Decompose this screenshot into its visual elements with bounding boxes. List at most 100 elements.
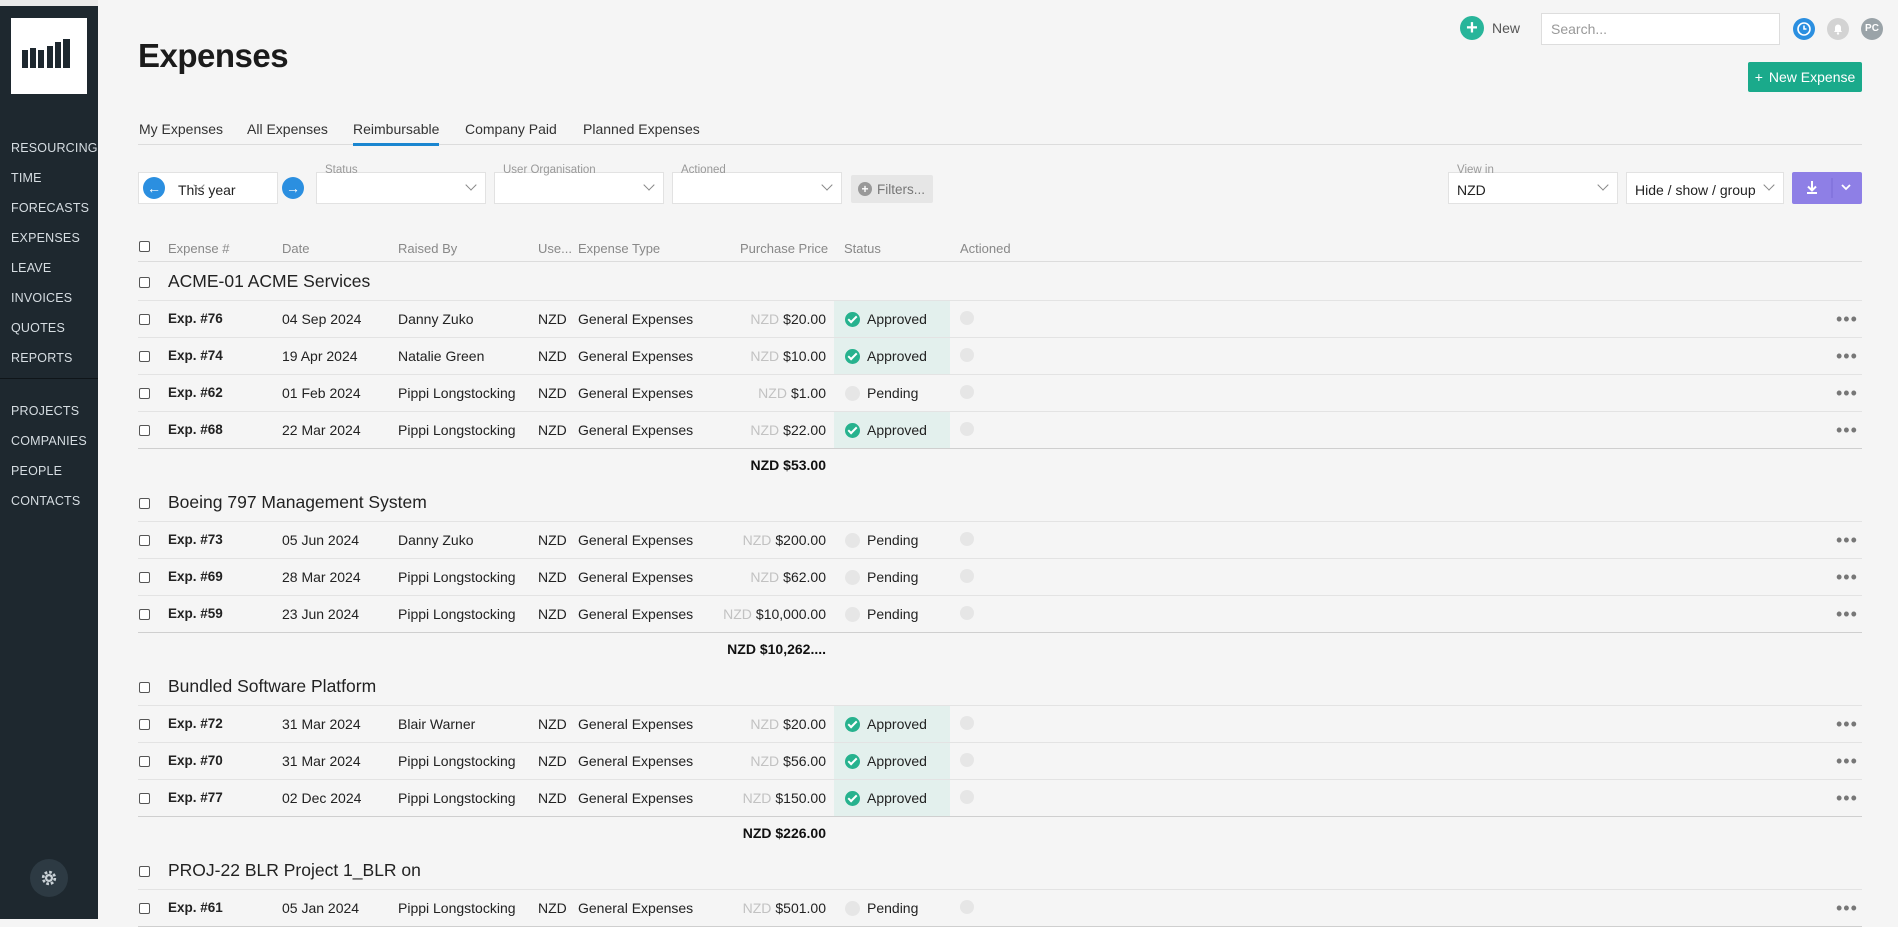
hide-show-group-select[interactable]: Hide / show / group	[1626, 172, 1784, 204]
expense-number[interactable]: Exp. #77	[168, 790, 223, 805]
row-checkbox[interactable]	[139, 314, 150, 325]
row-checkbox[interactable]	[139, 903, 150, 914]
expense-number[interactable]: Exp. #68	[168, 422, 223, 437]
expense-number[interactable]: Exp. #59	[168, 606, 223, 621]
sidebar-item-projects[interactable]: PROJECTS	[11, 404, 79, 418]
sidebar-item-contacts[interactable]: CONTACTS	[11, 494, 80, 508]
row-divider	[138, 374, 1862, 375]
column-header-purchase-price[interactable]: Purchase Price	[740, 241, 828, 256]
column-header-status[interactable]: Status	[844, 241, 881, 256]
sidebar-item-companies[interactable]: COMPANIES	[11, 434, 87, 448]
prev-period-arrow-icon[interactable]: ←	[143, 177, 165, 199]
view-in-select[interactable]: View in NZD	[1448, 164, 1618, 204]
expense-number[interactable]: Exp. #70	[168, 753, 223, 768]
more-options-icon[interactable]: •••	[1836, 752, 1858, 770]
expense-number[interactable]: Exp. #62	[168, 385, 223, 400]
raised-by: Pippi Longstocking	[398, 385, 516, 401]
top-new-button[interactable]: + New	[1460, 16, 1520, 40]
more-options-icon[interactable]: •••	[1836, 347, 1858, 365]
row-checkbox[interactable]	[139, 425, 150, 436]
sidebar-item-resourcing[interactable]: RESOURCING	[11, 141, 98, 155]
search-input[interactable]: Search...	[1541, 13, 1780, 45]
actioned-select[interactable]: Actioned	[672, 164, 842, 204]
actioned-indicator-icon[interactable]	[960, 790, 974, 804]
expense-number[interactable]: Exp. #76	[168, 311, 223, 326]
actioned-indicator-icon[interactable]	[960, 385, 974, 399]
actioned-indicator-icon[interactable]	[960, 606, 974, 620]
more-options-icon[interactable]: •••	[1836, 715, 1858, 733]
user-organisation-select[interactable]: User Organisation	[494, 164, 664, 204]
tab-all-expenses[interactable]: All Expenses	[247, 121, 328, 143]
pending-status-icon	[845, 607, 860, 622]
download-button[interactable]	[1792, 172, 1862, 204]
column-header-date[interactable]: Date	[282, 241, 309, 256]
group-checkbox[interactable]	[139, 498, 150, 509]
more-options-icon[interactable]: •••	[1836, 384, 1858, 402]
actioned-indicator-icon[interactable]	[960, 569, 974, 583]
column-header-user-currency[interactable]: Use...	[538, 241, 572, 256]
more-options-icon[interactable]: •••	[1836, 310, 1858, 328]
row-checkbox[interactable]	[139, 756, 150, 767]
tab-reimbursable[interactable]: Reimbursable	[353, 121, 440, 146]
column-header-raised-by[interactable]: Raised By	[398, 241, 457, 256]
group-checkbox[interactable]	[139, 866, 150, 877]
row-checkbox[interactable]	[139, 609, 150, 620]
actioned-indicator-icon[interactable]	[960, 753, 974, 767]
sidebar-item-reports[interactable]: REPORTS	[11, 351, 73, 365]
more-options-icon[interactable]: •••	[1836, 605, 1858, 623]
purchase-price: NZD $200.00	[743, 532, 826, 548]
sidebar-item-forecasts[interactable]: FORECASTS	[11, 201, 89, 215]
tab-my-expenses[interactable]: My Expenses	[139, 121, 223, 143]
raised-by: Pippi Longstocking	[398, 900, 516, 916]
group-checkbox[interactable]	[139, 682, 150, 693]
actioned-indicator-icon[interactable]	[960, 422, 974, 436]
more-options-icon[interactable]: •••	[1836, 421, 1858, 439]
bell-icon[interactable]	[1827, 18, 1849, 40]
group-divider	[138, 705, 1862, 706]
tab-planned-expenses[interactable]: Planned Expenses	[583, 121, 700, 143]
more-options-icon[interactable]: •••	[1836, 568, 1858, 586]
actioned-indicator-icon[interactable]	[960, 348, 974, 362]
group-checkbox[interactable]	[139, 277, 150, 288]
actioned-indicator-icon[interactable]	[960, 716, 974, 730]
sidebar-item-expenses[interactable]: EXPENSES	[11, 231, 80, 245]
row-checkbox[interactable]	[139, 535, 150, 546]
actioned-indicator-icon[interactable]	[960, 900, 974, 914]
row-checkbox[interactable]	[139, 351, 150, 362]
filters-button[interactable]: + Filters...	[851, 175, 933, 203]
next-period-arrow-icon[interactable]: →	[282, 177, 304, 199]
more-options-icon[interactable]: •••	[1836, 531, 1858, 549]
expense-number[interactable]: Exp. #61	[168, 900, 223, 915]
clock-icon[interactable]	[1793, 18, 1815, 40]
sidebar-item-time[interactable]: TIME	[11, 171, 42, 185]
column-header-expense[interactable]: Expense #	[168, 241, 229, 256]
sidebar-item-invoices[interactable]: INVOICES	[11, 291, 72, 305]
group-title: Boeing 797 Management System	[168, 492, 427, 512]
settings-button[interactable]	[30, 859, 68, 897]
more-options-icon[interactable]: •••	[1836, 899, 1858, 917]
new-expense-button[interactable]: + New Expense	[1748, 62, 1862, 92]
more-options-icon[interactable]: •••	[1836, 789, 1858, 807]
expense-number[interactable]: Exp. #69	[168, 569, 223, 584]
gear-icon	[41, 870, 57, 886]
expense-number[interactable]: Exp. #74	[168, 348, 223, 363]
row-checkbox[interactable]	[139, 388, 150, 399]
expense-number[interactable]: Exp. #72	[168, 716, 223, 731]
user-avatar[interactable]: PC	[1861, 18, 1883, 40]
select-all-checkbox[interactable]	[139, 241, 150, 252]
sidebar-item-people[interactable]: PEOPLE	[11, 464, 62, 478]
app-logo[interactable]	[11, 18, 87, 94]
row-checkbox[interactable]	[139, 572, 150, 583]
actioned-label: Actioned	[681, 164, 726, 176]
sidebar-item-quotes[interactable]: QUOTES	[11, 321, 65, 335]
row-checkbox[interactable]	[139, 793, 150, 804]
sidebar-item-leave[interactable]: LEAVE	[11, 261, 51, 275]
actioned-indicator-icon[interactable]	[960, 532, 974, 546]
column-header-expense-type[interactable]: Expense Type	[578, 241, 660, 256]
row-checkbox[interactable]	[139, 719, 150, 730]
column-header-actioned[interactable]: Actioned	[960, 241, 1011, 256]
actioned-indicator-icon[interactable]	[960, 311, 974, 325]
status-select[interactable]: Status	[316, 164, 486, 204]
tab-company-paid[interactable]: Company Paid	[465, 121, 557, 143]
expense-number[interactable]: Exp. #73	[168, 532, 223, 547]
